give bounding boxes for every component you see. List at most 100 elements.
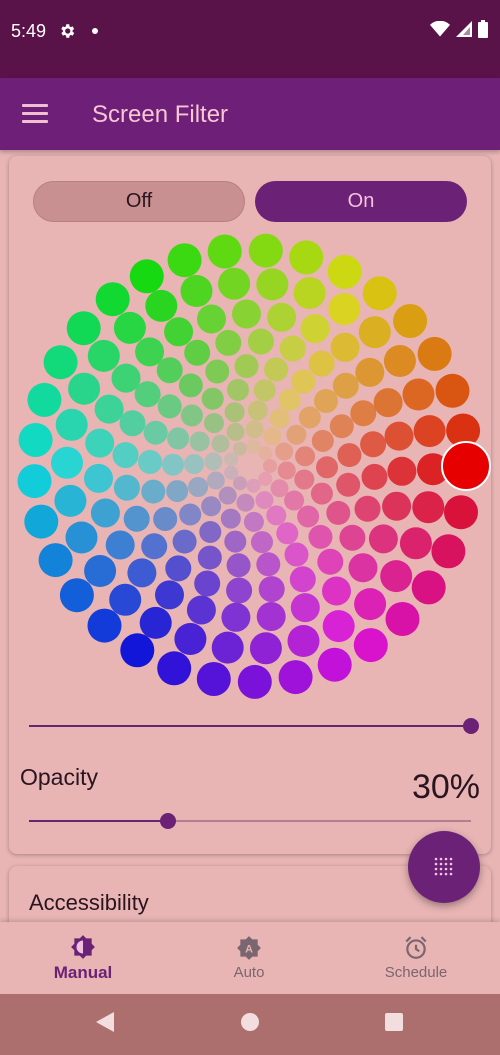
color-swatch[interactable]	[237, 664, 272, 699]
color-swatch[interactable]	[358, 316, 391, 349]
color-swatch[interactable]	[246, 478, 261, 493]
color-swatch[interactable]	[180, 404, 203, 427]
color-swatch[interactable]	[298, 406, 321, 429]
color-swatch[interactable]	[411, 570, 446, 605]
color-swatch[interactable]	[402, 378, 435, 411]
color-swatch[interactable]	[18, 423, 53, 457]
color-swatch[interactable]	[300, 314, 330, 344]
color-swatch[interactable]	[332, 372, 359, 399]
color-swatch[interactable]	[380, 560, 413, 593]
color-swatch[interactable]	[87, 608, 122, 643]
color-swatch[interactable]	[66, 311, 101, 346]
home-icon[interactable]	[239, 1010, 261, 1034]
color-swatch[interactable]	[373, 388, 403, 418]
color-swatch[interactable]	[258, 576, 285, 603]
color-swatch[interactable]	[153, 507, 178, 531]
color-swatch[interactable]	[196, 662, 231, 696]
color-swatch[interactable]	[27, 382, 62, 417]
color-swatch[interactable]	[186, 595, 216, 625]
color-swatch[interactable]	[220, 508, 241, 529]
color-swatch[interactable]	[17, 464, 52, 499]
color-swatch[interactable]	[211, 631, 244, 664]
color-swatch[interactable]	[172, 529, 197, 554]
color-swatch[interactable]	[245, 420, 264, 439]
color-swatch[interactable]	[205, 359, 230, 384]
color-swatch[interactable]	[51, 446, 83, 479]
color-swatch[interactable]	[393, 304, 428, 338]
color-swatch[interactable]	[431, 534, 466, 569]
color-swatch[interactable]	[311, 429, 334, 452]
color-swatch[interactable]	[413, 415, 446, 448]
color-swatch[interactable]	[85, 428, 115, 458]
color-swatch[interactable]	[328, 293, 361, 326]
color-swatch[interactable]	[84, 463, 113, 493]
color-swatch[interactable]	[248, 233, 283, 268]
color-swatch[interactable]	[444, 495, 478, 530]
color-swatch[interactable]	[399, 527, 432, 560]
color-swatch[interactable]	[111, 363, 141, 393]
color-swatch[interactable]	[84, 555, 117, 587]
color-swatch[interactable]	[256, 268, 289, 301]
color-swatch[interactable]	[87, 339, 120, 372]
dots-grid-fab-button[interactable]	[408, 831, 480, 903]
color-swatch[interactable]	[263, 427, 282, 446]
color-swatch[interactable]	[350, 400, 377, 427]
color-swatch[interactable]	[184, 454, 204, 474]
color-swatch[interactable]	[362, 276, 397, 311]
color-swatch[interactable]	[197, 304, 226, 334]
color-swatch[interactable]	[218, 486, 237, 505]
color-swatch[interactable]	[383, 345, 416, 377]
color-swatch[interactable]	[267, 302, 297, 332]
color-swatch[interactable]	[247, 400, 268, 421]
color-swatch[interactable]	[113, 311, 146, 344]
color-swatch[interactable]	[289, 240, 324, 275]
color-swatch[interactable]	[167, 427, 190, 450]
recents-icon[interactable]	[383, 1010, 405, 1034]
color-swatch[interactable]	[197, 545, 222, 570]
color-swatch[interactable]	[368, 524, 398, 554]
color-swatch[interactable]	[253, 379, 276, 402]
color-swatch[interactable]	[164, 317, 194, 347]
color-swatch[interactable]	[199, 521, 222, 543]
color-swatch[interactable]	[135, 337, 165, 367]
color-swatch[interactable]	[201, 387, 224, 410]
color-swatch[interactable]	[330, 332, 360, 362]
color-swatch[interactable]	[353, 628, 388, 663]
color-swatch[interactable]	[95, 282, 130, 317]
color-swatch[interactable]	[218, 267, 251, 300]
color-swatch[interactable]	[279, 335, 306, 362]
color-swatch[interactable]	[24, 504, 59, 539]
color-swatch[interactable]	[236, 493, 255, 512]
color-swatch[interactable]	[206, 471, 225, 490]
color-swatch[interactable]	[119, 410, 146, 437]
color-swatch[interactable]	[264, 357, 289, 382]
color-swatch[interactable]	[382, 491, 412, 521]
color-swatch[interactable]	[284, 542, 309, 567]
color-swatch[interactable]	[201, 496, 222, 517]
color-swatch[interactable]	[384, 421, 414, 451]
color-swatch[interactable]	[247, 328, 274, 355]
color-swatch[interactable]	[291, 369, 316, 394]
intensity-slider-knob[interactable]	[463, 718, 479, 734]
color-swatch[interactable]	[355, 357, 385, 387]
color-swatch[interactable]	[129, 259, 164, 294]
color-swatch[interactable]	[337, 443, 362, 468]
color-swatch[interactable]	[243, 511, 264, 532]
color-swatch[interactable]	[314, 389, 338, 413]
color-swatch[interactable]	[327, 254, 362, 289]
color-swatch[interactable]	[68, 372, 101, 405]
intensity-slider-track[interactable]	[29, 725, 471, 727]
nav-auto[interactable]: A Auto	[166, 922, 332, 994]
color-swatch[interactable]	[109, 583, 142, 616]
color-swatch[interactable]	[141, 533, 168, 560]
color-swatch[interactable]	[90, 498, 120, 528]
color-swatch[interactable]	[155, 580, 184, 610]
color-swatch[interactable]	[234, 354, 259, 379]
color-swatch[interactable]	[290, 593, 320, 623]
color-swatch[interactable]	[232, 299, 261, 329]
color-swatch[interactable]	[255, 491, 274, 510]
color-swatch[interactable]	[308, 524, 333, 549]
color-swatch[interactable]	[165, 555, 192, 582]
color-swatch[interactable]	[266, 505, 287, 526]
color-swatch[interactable]	[189, 431, 210, 452]
